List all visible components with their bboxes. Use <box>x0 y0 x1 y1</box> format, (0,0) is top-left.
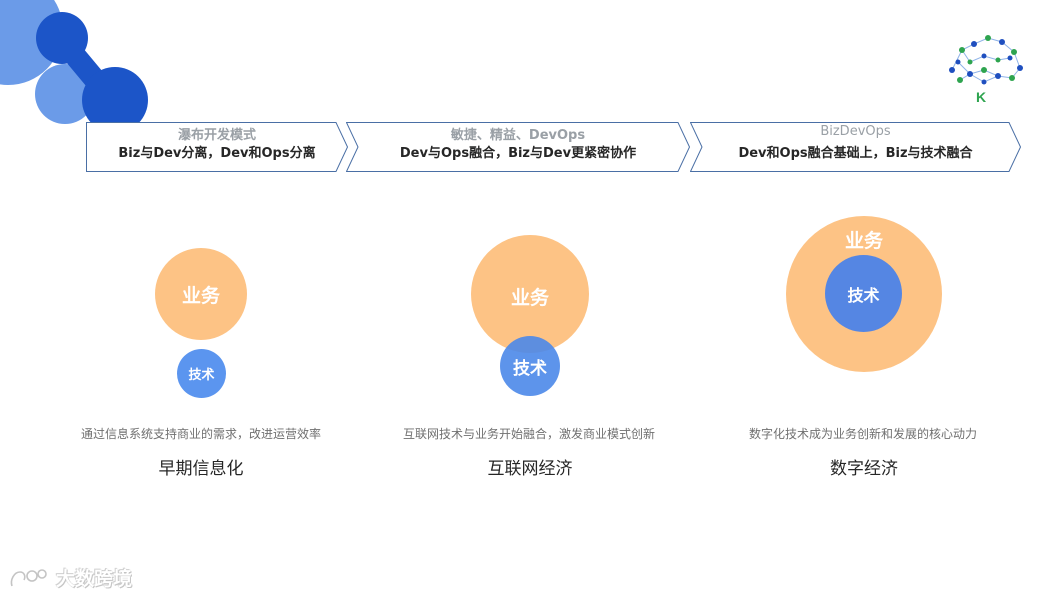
technology-circle: 技术 <box>500 336 560 396</box>
watermark-text: 大数跨境 <box>56 568 133 590</box>
phase-title: 瀑布开发模式 <box>177 128 256 143</box>
phase-description: Biz与Dev分离，Dev和Ops分离 <box>118 146 316 161</box>
phase-arrow-waterfall: 瀑布开发模式 Biz与Dev分离，Dev和Ops分离 <box>86 122 348 172</box>
phase-title: 敏捷、精益、DevOps <box>450 128 586 143</box>
phase-title: BizDevOps <box>820 124 891 139</box>
watermark: 大数跨境 <box>8 564 132 591</box>
business-label: 业务 <box>844 230 883 252</box>
stage-caption: 通过信息系统支持商业的需求，改进运营效率 <box>80 427 321 441</box>
svg-text:K: K <box>976 89 986 105</box>
deco-node-top <box>36 12 88 64</box>
phase-arrow-bizdevops: BizDevOps Dev和Ops融合基础上，Biz与技术融合 <box>690 122 1021 172</box>
phase-description: Dev与Ops融合，Biz与Dev更紧密协作 <box>399 146 637 161</box>
business-circle: 业务 <box>155 248 247 340</box>
brain-logo-icon: K <box>949 35 1023 105</box>
phase-description: Dev和Ops融合基础上，Biz与技术融合 <box>738 146 973 161</box>
molecule-decoration <box>0 0 148 133</box>
technology-circle: 技术 <box>825 255 902 332</box>
stage-name: 互联网经济 <box>487 459 573 479</box>
stage-caption: 数字化技术成为业务创新和发展的核心动力 <box>748 427 977 441</box>
stage-name: 早期信息化 <box>158 459 244 479</box>
stage-caption: 互联网技术与业务开始融合，激发商业模式创新 <box>402 427 655 441</box>
watermark-logo-icon <box>10 568 47 586</box>
stage-name: 数字经济 <box>830 459 898 479</box>
business-label: 业务 <box>510 287 549 309</box>
phase-arrow-agile: 敏捷、精益、DevOps Dev与Ops融合，Biz与Dev更紧密协作 <box>346 122 690 172</box>
technology-circle: 技术 <box>177 349 226 398</box>
